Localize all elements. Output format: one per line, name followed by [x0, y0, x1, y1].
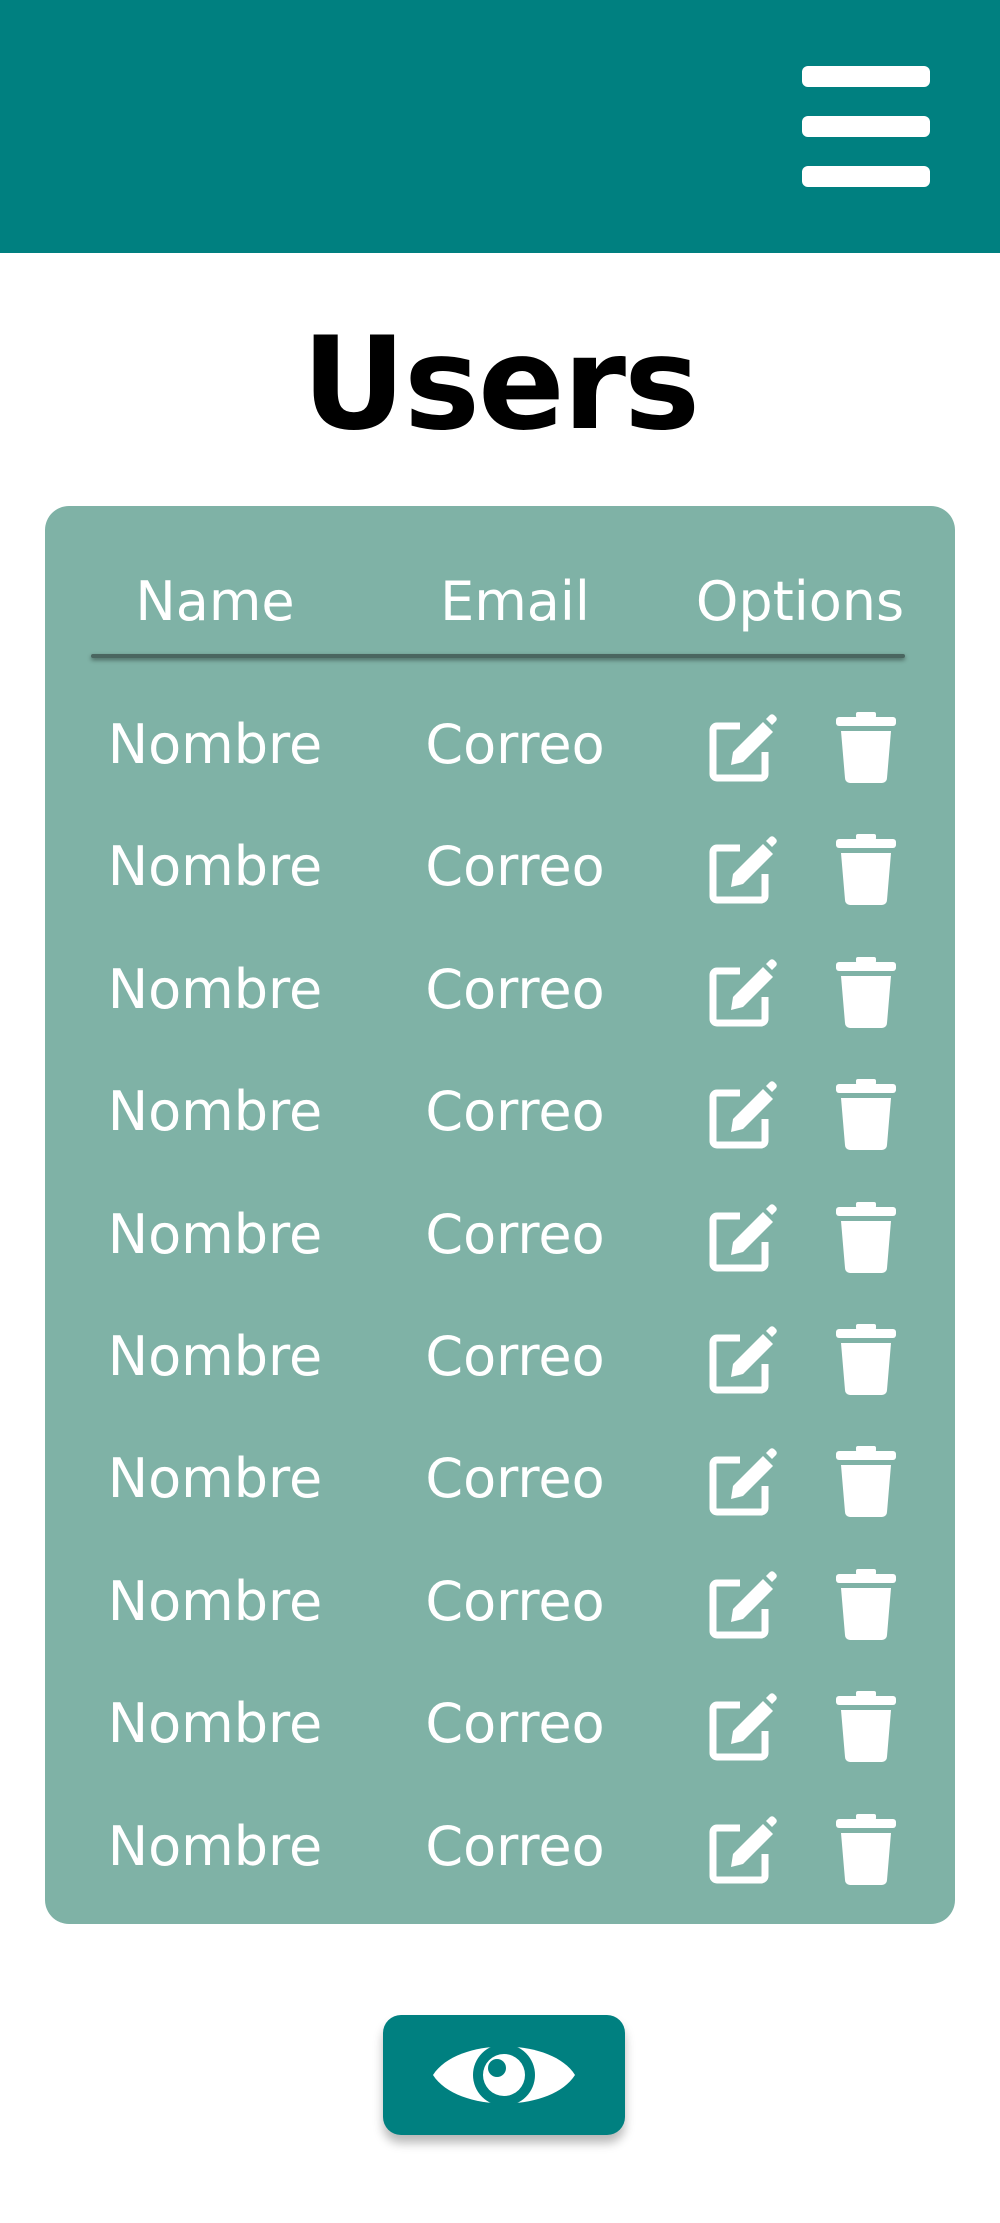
edit-button[interactable]	[707, 834, 779, 906]
delete-button[interactable]	[830, 834, 902, 906]
delete-button[interactable]	[830, 712, 902, 784]
hamburger-menu-icon	[802, 66, 930, 187]
trash-icon	[836, 1079, 896, 1151]
edit-button[interactable]	[707, 1569, 779, 1641]
delete-button[interactable]	[830, 1691, 902, 1763]
edit-icon	[709, 1448, 777, 1516]
delete-button[interactable]	[830, 1813, 902, 1886]
edit-icon	[709, 836, 777, 904]
trash-icon	[836, 1446, 896, 1518]
trash-icon	[836, 956, 896, 1028]
user-name-cell: Nombre	[107, 1080, 323, 1144]
delete-button[interactable]	[830, 1446, 902, 1518]
edit-icon	[709, 1693, 777, 1761]
table-header: Name Email Options	[45, 552, 955, 652]
edit-icon	[709, 1203, 777, 1272]
edit-button[interactable]	[707, 1691, 779, 1763]
delete-button[interactable]	[830, 956, 902, 1029]
user-email-cell: Correo	[425, 835, 605, 899]
table-row: Nombre Correo	[45, 1296, 955, 1418]
user-email-cell: Correo	[425, 1202, 605, 1266]
edit-button[interactable]	[707, 1814, 779, 1886]
user-name-cell: Nombre	[107, 835, 323, 899]
edit-icon	[709, 714, 777, 782]
user-name-cell: Nombre	[107, 957, 323, 1021]
user-name-cell: Nombre	[107, 1692, 323, 1756]
user-email-cell: Correo	[425, 1080, 605, 1144]
users-table-card: Name Email Options Nombre Correo Nombre Cor…	[45, 506, 955, 1924]
user-name-cell: Nombre	[107, 1202, 323, 1266]
view-button[interactable]	[383, 2015, 625, 2135]
eye-icon	[433, 2044, 575, 2106]
edit-icon	[709, 1326, 777, 1394]
edit-button[interactable]	[707, 1446, 779, 1518]
delete-button[interactable]	[830, 1079, 902, 1151]
trash-icon	[836, 834, 896, 906]
edit-button[interactable]	[707, 1079, 779, 1151]
edit-icon	[709, 1081, 777, 1149]
table-row: Nombre Correo	[45, 1541, 955, 1663]
user-name-cell: Nombre	[107, 1814, 323, 1878]
table-body: Nombre Correo Nombre Correo Nombre Correo Nomb…	[45, 684, 955, 1908]
table-row: Nombre Correo	[45, 1174, 955, 1296]
user-name-cell: Nombre	[107, 1324, 323, 1388]
trash-icon	[836, 712, 896, 783]
menu-button[interactable]	[800, 64, 932, 188]
table-row: Nombre Correo	[45, 684, 955, 806]
edit-button[interactable]	[707, 1324, 779, 1396]
trash-icon	[836, 1323, 896, 1395]
column-header-name: Name	[135, 570, 295, 633]
edit-button[interactable]	[707, 712, 779, 784]
trash-icon	[836, 1568, 896, 1640]
table-row: Nombre Correo	[45, 929, 955, 1051]
edit-icon	[709, 1815, 777, 1884]
user-email-cell: Correo	[425, 1569, 605, 1633]
user-email-cell: Correo	[425, 1692, 605, 1756]
user-email-cell: Correo	[425, 1324, 605, 1388]
user-email-cell: Correo	[425, 713, 605, 776]
edit-button[interactable]	[707, 957, 779, 1029]
edit-icon	[709, 1570, 777, 1639]
header-divider	[91, 654, 905, 658]
user-email-cell: Correo	[425, 1447, 605, 1511]
trash-icon	[836, 1201, 896, 1273]
table-row: Nombre Correo	[45, 1663, 955, 1785]
edit-icon	[709, 959, 777, 1027]
user-email-cell: Correo	[425, 957, 605, 1021]
delete-button[interactable]	[830, 1568, 902, 1641]
delete-button[interactable]	[830, 1323, 902, 1396]
user-name-cell: Nombre	[107, 713, 323, 776]
user-name-cell: Nombre	[107, 1569, 323, 1633]
user-email-cell: Correo	[425, 1814, 605, 1878]
table-row: Nombre Correo	[45, 1786, 955, 1908]
user-name-cell: Nombre	[107, 1447, 323, 1511]
page-title: Users	[301, 310, 700, 459]
table-row: Nombre Correo	[45, 1418, 955, 1540]
delete-button[interactable]	[830, 1201, 902, 1274]
trash-icon	[836, 1691, 896, 1763]
table-row: Nombre Correo	[45, 1051, 955, 1173]
column-header-email: Email	[440, 570, 590, 633]
column-header-options: Options	[695, 570, 905, 633]
edit-button[interactable]	[707, 1202, 779, 1274]
trash-icon	[836, 1813, 896, 1885]
app-bar	[0, 0, 1000, 253]
table-row: Nombre Correo	[45, 806, 955, 928]
